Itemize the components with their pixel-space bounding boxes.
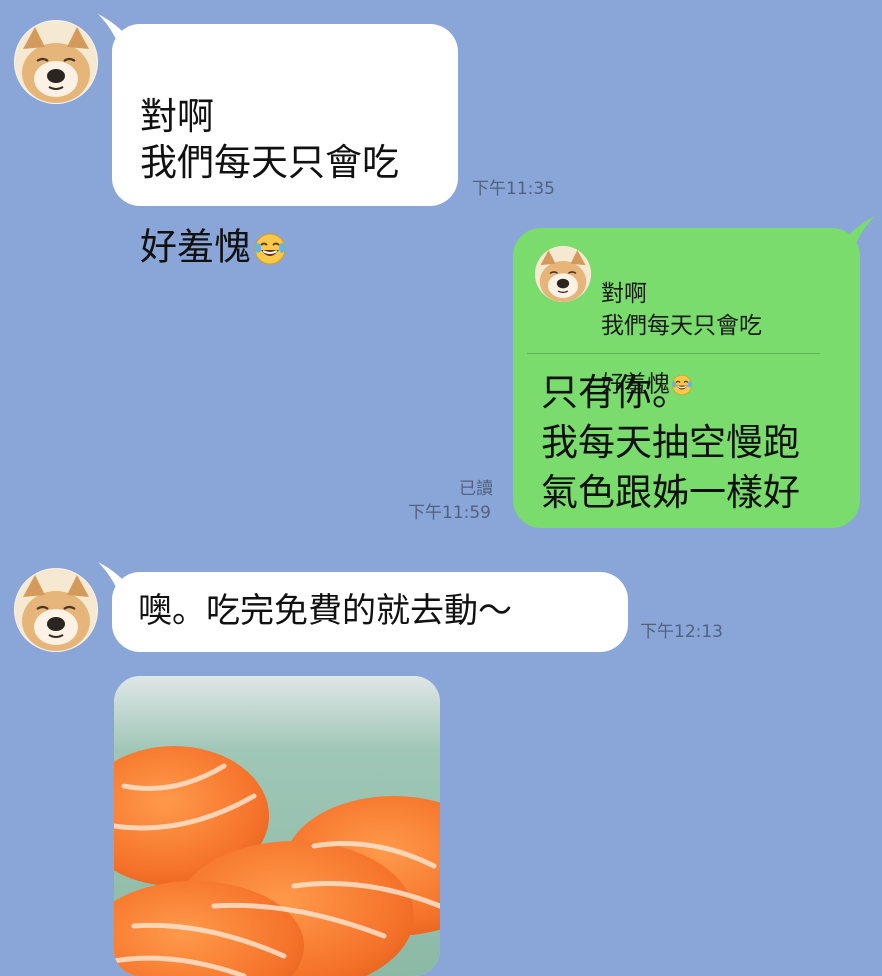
- contact-avatar[interactable]: [14, 20, 98, 104]
- shiba-dog-icon: [535, 246, 591, 302]
- face-with-tears-of-joy-icon: [253, 186, 287, 312]
- message-text: 只有你。 我每天抽空慢跑 氣色跟姊一樣好: [541, 371, 800, 514]
- chat-view: 對啊 我們每天只會吃 好羞愧 下午11:35 對啊 我們每天只會吃 好羞愧 只有…: [0, 0, 882, 976]
- message-timestamp: 下午12:13: [640, 622, 723, 642]
- bubble-tail-incoming: [98, 14, 138, 48]
- shiba-dog-icon: [15, 569, 97, 651]
- message-text: 噢。吃完免費的就去動～: [138, 591, 512, 631]
- shiba-dog-icon: [15, 21, 97, 103]
- bubble-tail-outgoing: [835, 216, 875, 250]
- incoming-message-bubble[interactable]: 噢。吃完免費的就去動～: [112, 572, 628, 652]
- incoming-message-bubble[interactable]: 對啊 我們每天只會吃 好羞愧: [112, 24, 458, 269]
- reply-quote-avatar: [535, 246, 591, 302]
- bubble-tail-incoming: [98, 562, 138, 596]
- contact-avatar[interactable]: [14, 568, 98, 652]
- salmon-sushi-photo[interactable]: [114, 676, 440, 976]
- read-receipt: 已讀: [459, 479, 493, 499]
- outgoing-message-bubble[interactable]: 對啊 我們每天只會吃 好羞愧 只有你。 我每天抽空慢跑 氣色跟姊一樣好: [513, 228, 860, 528]
- message-timestamp: 下午11:35: [472, 179, 555, 199]
- reply-divider: [527, 353, 820, 354]
- message-timestamp: 下午11:59: [408, 503, 491, 523]
